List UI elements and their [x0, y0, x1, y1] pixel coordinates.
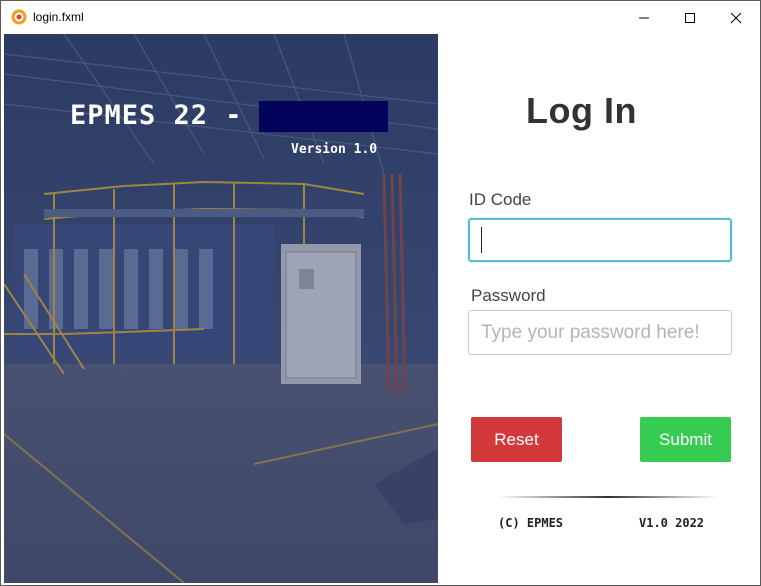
login-heading: Log In	[526, 90, 637, 131]
copyright-text: (C) EPMES	[498, 516, 564, 530]
footer-divider	[498, 496, 718, 498]
reset-button[interactable]: Reset	[471, 417, 562, 462]
app-icon	[11, 9, 27, 25]
maximize-icon	[685, 12, 695, 23]
close-button[interactable]	[713, 1, 759, 34]
app-brand-title: EPMES 22 -	[70, 100, 243, 131]
title-bar[interactable]: login.fxml	[1, 1, 760, 34]
app-window: login.fxml EPMES 22 - Version 1.0 Log In…	[0, 0, 761, 586]
password-label: Password	[471, 286, 546, 305]
text-caret	[481, 227, 482, 253]
submit-button[interactable]: Submit	[640, 417, 731, 462]
window-title: login.fxml	[33, 10, 84, 24]
version-label: Version 1.0	[291, 142, 378, 157]
password-input[interactable]	[468, 310, 732, 355]
factory-banner: EPMES 22 - Version 1.0	[4, 34, 438, 583]
minimize-button[interactable]	[621, 1, 667, 34]
minimize-icon	[639, 17, 649, 18]
close-icon	[730, 12, 742, 23]
footer-version: V1.0 2022	[639, 516, 705, 530]
id-code-label: ID Code	[469, 190, 532, 209]
redacted-block	[259, 101, 388, 132]
id-code-input[interactable]	[468, 218, 732, 262]
maximize-button[interactable]	[667, 1, 713, 34]
login-form: Log In ID Code Password Reset Submit (C)…	[438, 34, 760, 585]
